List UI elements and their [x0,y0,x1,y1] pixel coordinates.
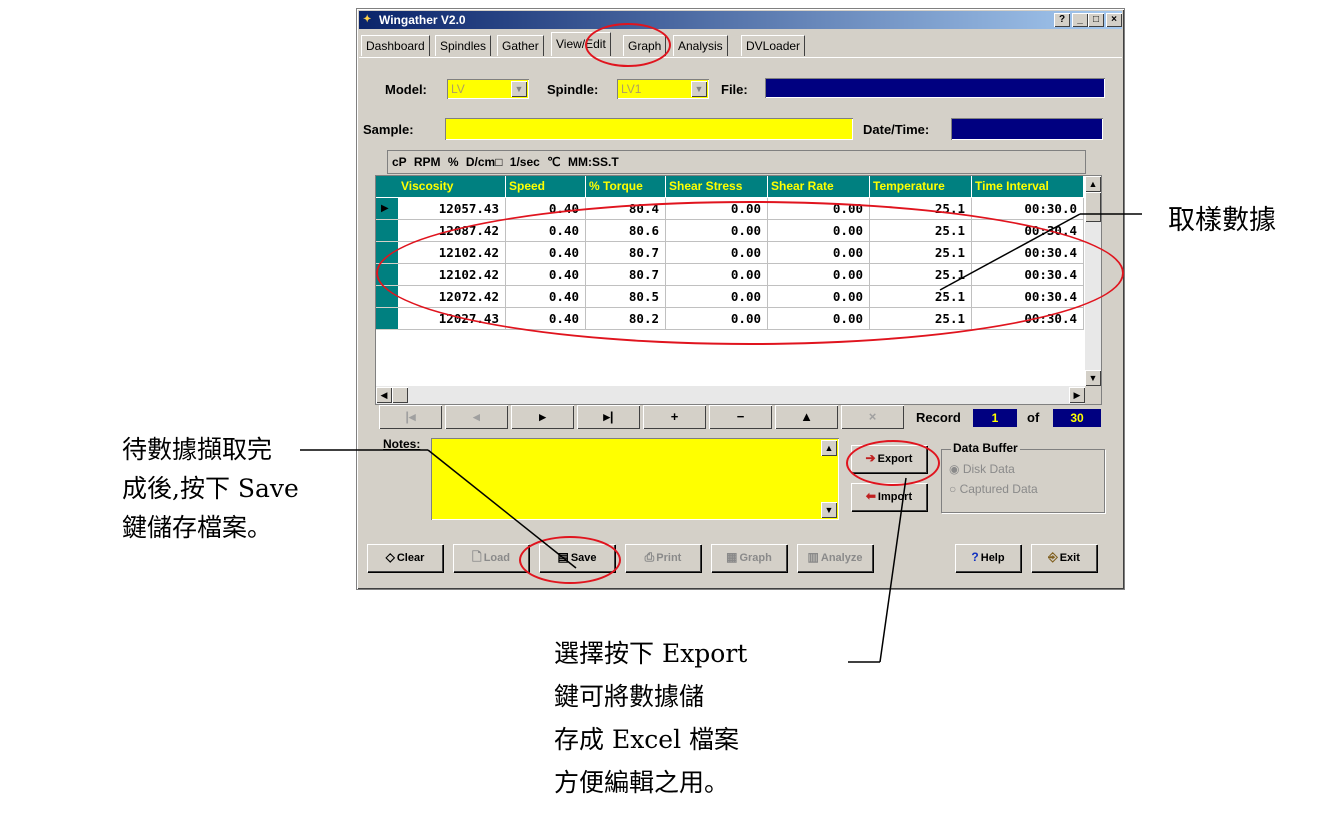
right-callout-line [939,213,1081,291]
bottom-annotation-line: 存成 Excel 檔案 [554,725,740,754]
bottom-callout-line [879,477,907,663]
left-annotation-line: 成後,按下 Save [122,474,299,503]
left-annotation-line: 待數據擷取完 [122,435,273,464]
bottom-annotation: 選擇按下 Export 鍵可將數據儲 存成 Excel 檔案 方便編輯之用。 [554,632,834,804]
bottom-annotation-line: 選擇按下 Export [554,639,748,668]
bottom-annotation-line: 方便編輯之用。 [554,768,730,797]
right-annotation: 取樣數據 [1168,205,1276,236]
left-annotation: 待數據擷取完 成後,按下 Save 鍵儲存檔案。 [122,430,312,547]
left-annotation-line: 鍵儲存檔案。 [122,513,273,542]
bottom-annotation-line: 鍵可將數據儲 [554,682,705,711]
left-callout-line [427,449,577,569]
